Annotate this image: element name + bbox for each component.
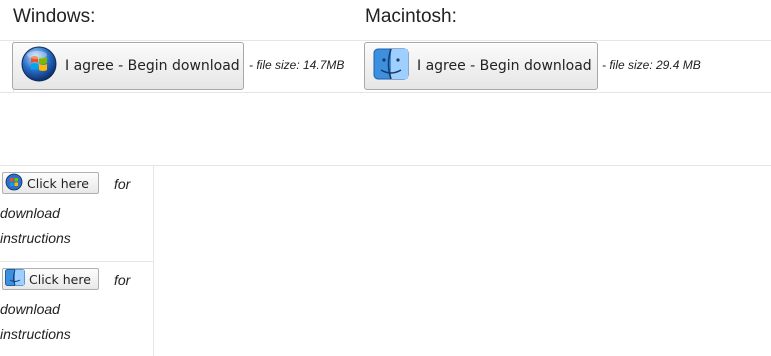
windows-instructions-text: for download instructions [0,172,150,252]
windows-for-text: for [114,176,131,192]
windows-download-button[interactable]: I agree - Begin download [12,42,244,90]
mac-file-size: - file size: 29.4 MB [602,58,701,72]
mac-download-word: download [0,301,60,317]
mac-instructions-text: for download instructions [0,268,150,348]
windows-logo-icon [21,46,57,86]
top-row-divider [0,40,771,41]
instructions-row-divider [0,261,154,262]
mac-heading: Macintosh: [365,6,457,27]
mac-download-button[interactable]: I agree - Begin download [364,42,598,90]
windows-file-size: - file size: 14.7MB [249,58,345,72]
windows-instructions-word: instructions [0,230,71,246]
mac-for-text: for [114,272,131,288]
windows-download-label: I agree - Begin download [65,58,240,74]
windows-heading: Windows: [13,6,96,27]
mac-finder-icon [373,48,409,84]
windows-download-word: download [0,205,60,221]
mac-instructions-word: instructions [0,326,71,342]
mac-download-label: I agree - Begin download [417,58,592,74]
instructions-column-divider [153,165,154,356]
top-table-bottom [0,92,771,93]
instructions-table-top [0,165,771,166]
